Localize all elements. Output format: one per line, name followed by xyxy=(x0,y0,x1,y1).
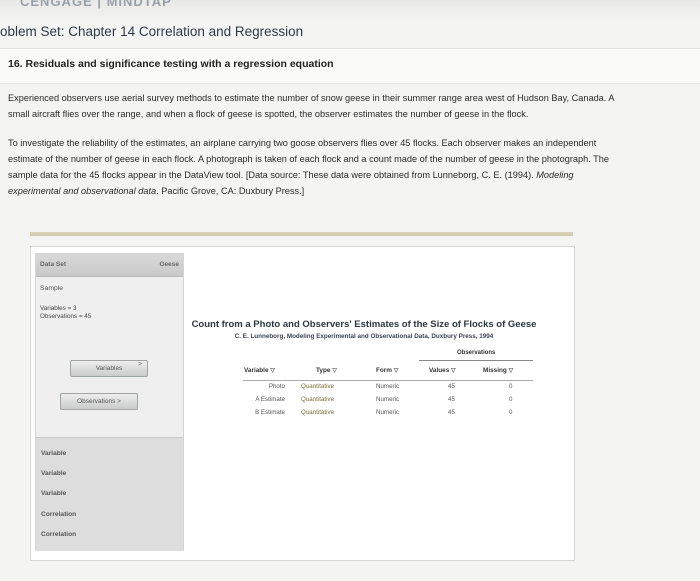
brand-logo: CENGAGE | MINDTAP xyxy=(20,0,172,9)
chevron-right-icon[interactable]: > xyxy=(138,361,142,368)
row-missing: 0 xyxy=(509,383,513,390)
variables-button[interactable]: Variables xyxy=(70,360,148,377)
sort-icon: ▽ xyxy=(332,368,337,374)
paragraph-line: estimate of the number of geese in each … xyxy=(8,154,609,164)
row-variable[interactable]: A Estimate xyxy=(255,396,285,403)
row-form: Numeric xyxy=(376,396,400,403)
row-values: 45 xyxy=(448,383,455,390)
column-label: Variable xyxy=(244,367,269,374)
sidebar-item-variable[interactable]: Variable xyxy=(41,450,66,457)
dataview-tool: Data Set Geese Sample Variables = 3 Obse… xyxy=(30,246,575,561)
sort-icon: ▽ xyxy=(393,368,399,374)
row-form: Numeric xyxy=(376,409,400,416)
sort-icon: ▽ xyxy=(270,368,275,374)
row-form: Numeric xyxy=(376,383,400,390)
sidebar-item-variable[interactable]: Variable xyxy=(41,470,66,477)
sample-label: Sample xyxy=(40,285,64,292)
sidebar-item-variable[interactable]: Variable xyxy=(41,490,66,497)
divider xyxy=(30,232,573,236)
section-title: 16. Residuals and significance testing w… xyxy=(8,58,334,70)
observations-group-header: Observations xyxy=(457,350,496,356)
row-variable[interactable]: Photo xyxy=(269,383,285,390)
row-values: 45 xyxy=(448,396,455,403)
column-header-values[interactable]: Values ▽ xyxy=(429,367,456,374)
observations-button-label: Observations xyxy=(77,398,116,405)
problem-set-title: oblem Set: Chapter 14 Correlation and Re… xyxy=(0,24,304,39)
row-type: Quantitative xyxy=(301,383,335,390)
paragraph-line: sample data for the 45 flocks appear in … xyxy=(8,167,696,183)
column-header-form[interactable]: Form ▽ xyxy=(376,367,398,374)
row-values: 45 xyxy=(448,409,455,416)
table-subtitle: C. E. Lunneborg, Modeling Experimental a… xyxy=(234,333,494,340)
chevron-right-icon: > xyxy=(117,398,121,405)
sidebar-menu: Variable Variable Variable Correlation C… xyxy=(36,437,183,551)
column-label: Form xyxy=(376,367,392,374)
column-label: Type xyxy=(316,367,331,374)
dataset-name: Geese xyxy=(159,261,179,268)
row-type: Quantitative xyxy=(301,396,335,403)
table-title: Count from a Photo and Observers' Estima… xyxy=(191,319,537,330)
table-header-line xyxy=(243,380,533,381)
row-missing: 0 xyxy=(509,409,513,416)
dataset-info: Variables = 3 Observations = 45 xyxy=(40,305,91,321)
paragraph-text: sample data for the 45 flocks appear in … xyxy=(8,170,537,180)
variables-count: Variables = 3 xyxy=(40,305,77,312)
paragraph-line: Experienced observers use aerial survey … xyxy=(8,93,615,103)
sidebar-item-correlation[interactable]: Correlation xyxy=(41,511,76,518)
paragraph-line: To investigate the reliability of the es… xyxy=(8,138,597,148)
sort-icon: ▽ xyxy=(508,368,514,374)
row-type: Quantitative xyxy=(301,409,335,416)
column-label: Values xyxy=(429,367,450,374)
section-header: 16. Residuals and significance testing w… xyxy=(0,48,700,84)
observations-button[interactable]: Observations > xyxy=(60,393,138,410)
source-title: Modeling xyxy=(536,170,574,180)
observations-group-line xyxy=(419,360,533,361)
sidebar-item-correlation[interactable]: Correlation xyxy=(41,531,76,538)
column-header-missing[interactable]: Missing ▽ xyxy=(483,367,513,374)
column-header-variable[interactable]: Variable ▽ xyxy=(244,367,275,374)
dataset-tab[interactable]: Data Set Geese xyxy=(36,254,183,277)
source-title: experimental and observational data xyxy=(8,186,157,196)
sort-icon: ▽ xyxy=(451,368,456,374)
dataset-tab-label: Data Set xyxy=(40,261,67,268)
dataview-sidebar: Data Set Geese Sample Variables = 3 Obse… xyxy=(35,253,184,551)
brand-bar: CENGAGE | MINDTAP xyxy=(0,0,700,22)
intro-paragraph: Experienced observers use aerial survey … xyxy=(8,90,696,122)
observations-count: Observations = 45 xyxy=(40,313,92,320)
row-missing: 0 xyxy=(509,396,513,403)
row-variable[interactable]: B Estimate xyxy=(255,409,285,416)
column-header-type[interactable]: Type ▽ xyxy=(316,367,337,374)
paragraph-line: small aircraft flies over the range, and… xyxy=(8,109,529,119)
paragraph-text: . Pacific Grove, CA: Duxbury Press.] xyxy=(156,186,305,196)
paragraph-line: experimental and observational data. Pac… xyxy=(8,183,696,199)
method-paragraph: To investigate the reliability of the es… xyxy=(8,135,696,199)
column-label: Missing xyxy=(483,367,507,374)
